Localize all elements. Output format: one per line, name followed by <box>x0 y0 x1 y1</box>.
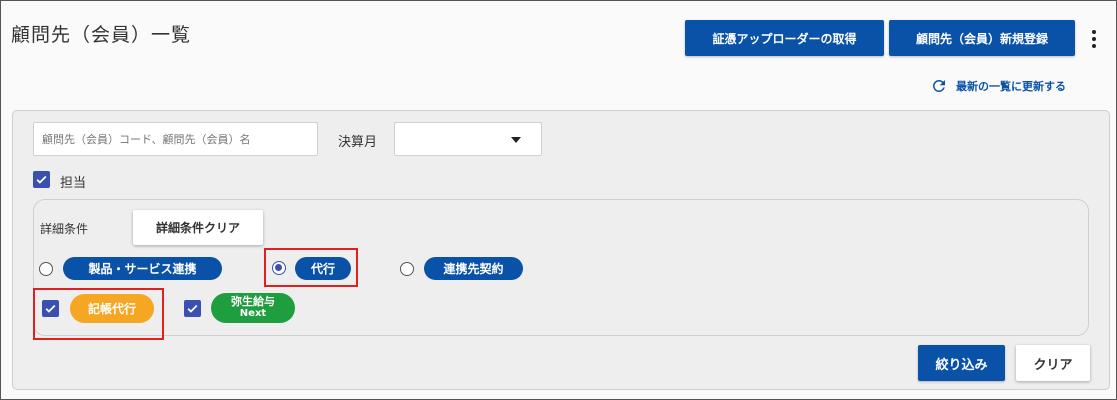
tag-label: 弥生給与 <box>231 295 275 308</box>
tag-proxy[interactable]: 代行 <box>295 257 351 280</box>
more-menu-icon[interactable] <box>1087 24 1101 54</box>
refresh-list-link[interactable]: 最新の一覧に更新する <box>930 76 1066 96</box>
tag-bookkeeping-proxy[interactable]: 記帳代行 <box>70 294 154 323</box>
radio-partner-contract[interactable] <box>400 262 414 276</box>
clear-button[interactable]: クリア <box>1016 345 1090 381</box>
tag-sublabel: Next <box>239 308 267 319</box>
check-icon <box>45 304 56 313</box>
refresh-label: 最新の一覧に更新する <box>956 80 1066 93</box>
tag-product-service-link[interactable]: 製品・サービス連携 <box>63 257 222 280</box>
radio-proxy[interactable] <box>272 261 286 275</box>
tag-yayoi-payroll-next[interactable]: 弥生給与 Next <box>211 293 295 323</box>
check-icon <box>36 175 47 184</box>
register-client-button[interactable]: 顧問先（会員）新規登録 <box>889 20 1075 56</box>
detail-conditions-label: 詳細条件 <box>40 222 89 236</box>
check-icon <box>187 304 198 313</box>
get-uploader-button[interactable]: 証憑アップローダーの取得 <box>685 20 884 56</box>
apply-filter-button[interactable]: 絞り込み <box>918 345 1005 381</box>
kebab-dot <box>1092 30 1096 34</box>
chevron-down-icon <box>511 137 521 143</box>
tag-partner-contract[interactable]: 連携先契約 <box>424 257 523 280</box>
kebab-dot <box>1092 44 1096 48</box>
settlement-month-select[interactable] <box>394 122 542 156</box>
refresh-icon <box>933 80 945 92</box>
settlement-month-label: 決算月 <box>338 135 378 150</box>
kebab-dot <box>1092 37 1096 41</box>
bookkeeping-proxy-checkbox[interactable] <box>42 300 59 317</box>
radio-product-service[interactable] <box>39 262 53 276</box>
page-title: 顧問先（会員）一覧 <box>11 24 192 46</box>
yayoi-payroll-checkbox[interactable] <box>184 300 201 317</box>
client-search-input[interactable] <box>33 122 318 156</box>
assigned-checkbox[interactable] <box>33 171 50 188</box>
clear-detail-conditions-button[interactable]: 詳細条件クリア <box>133 210 263 245</box>
assigned-label: 担当 <box>60 176 87 191</box>
